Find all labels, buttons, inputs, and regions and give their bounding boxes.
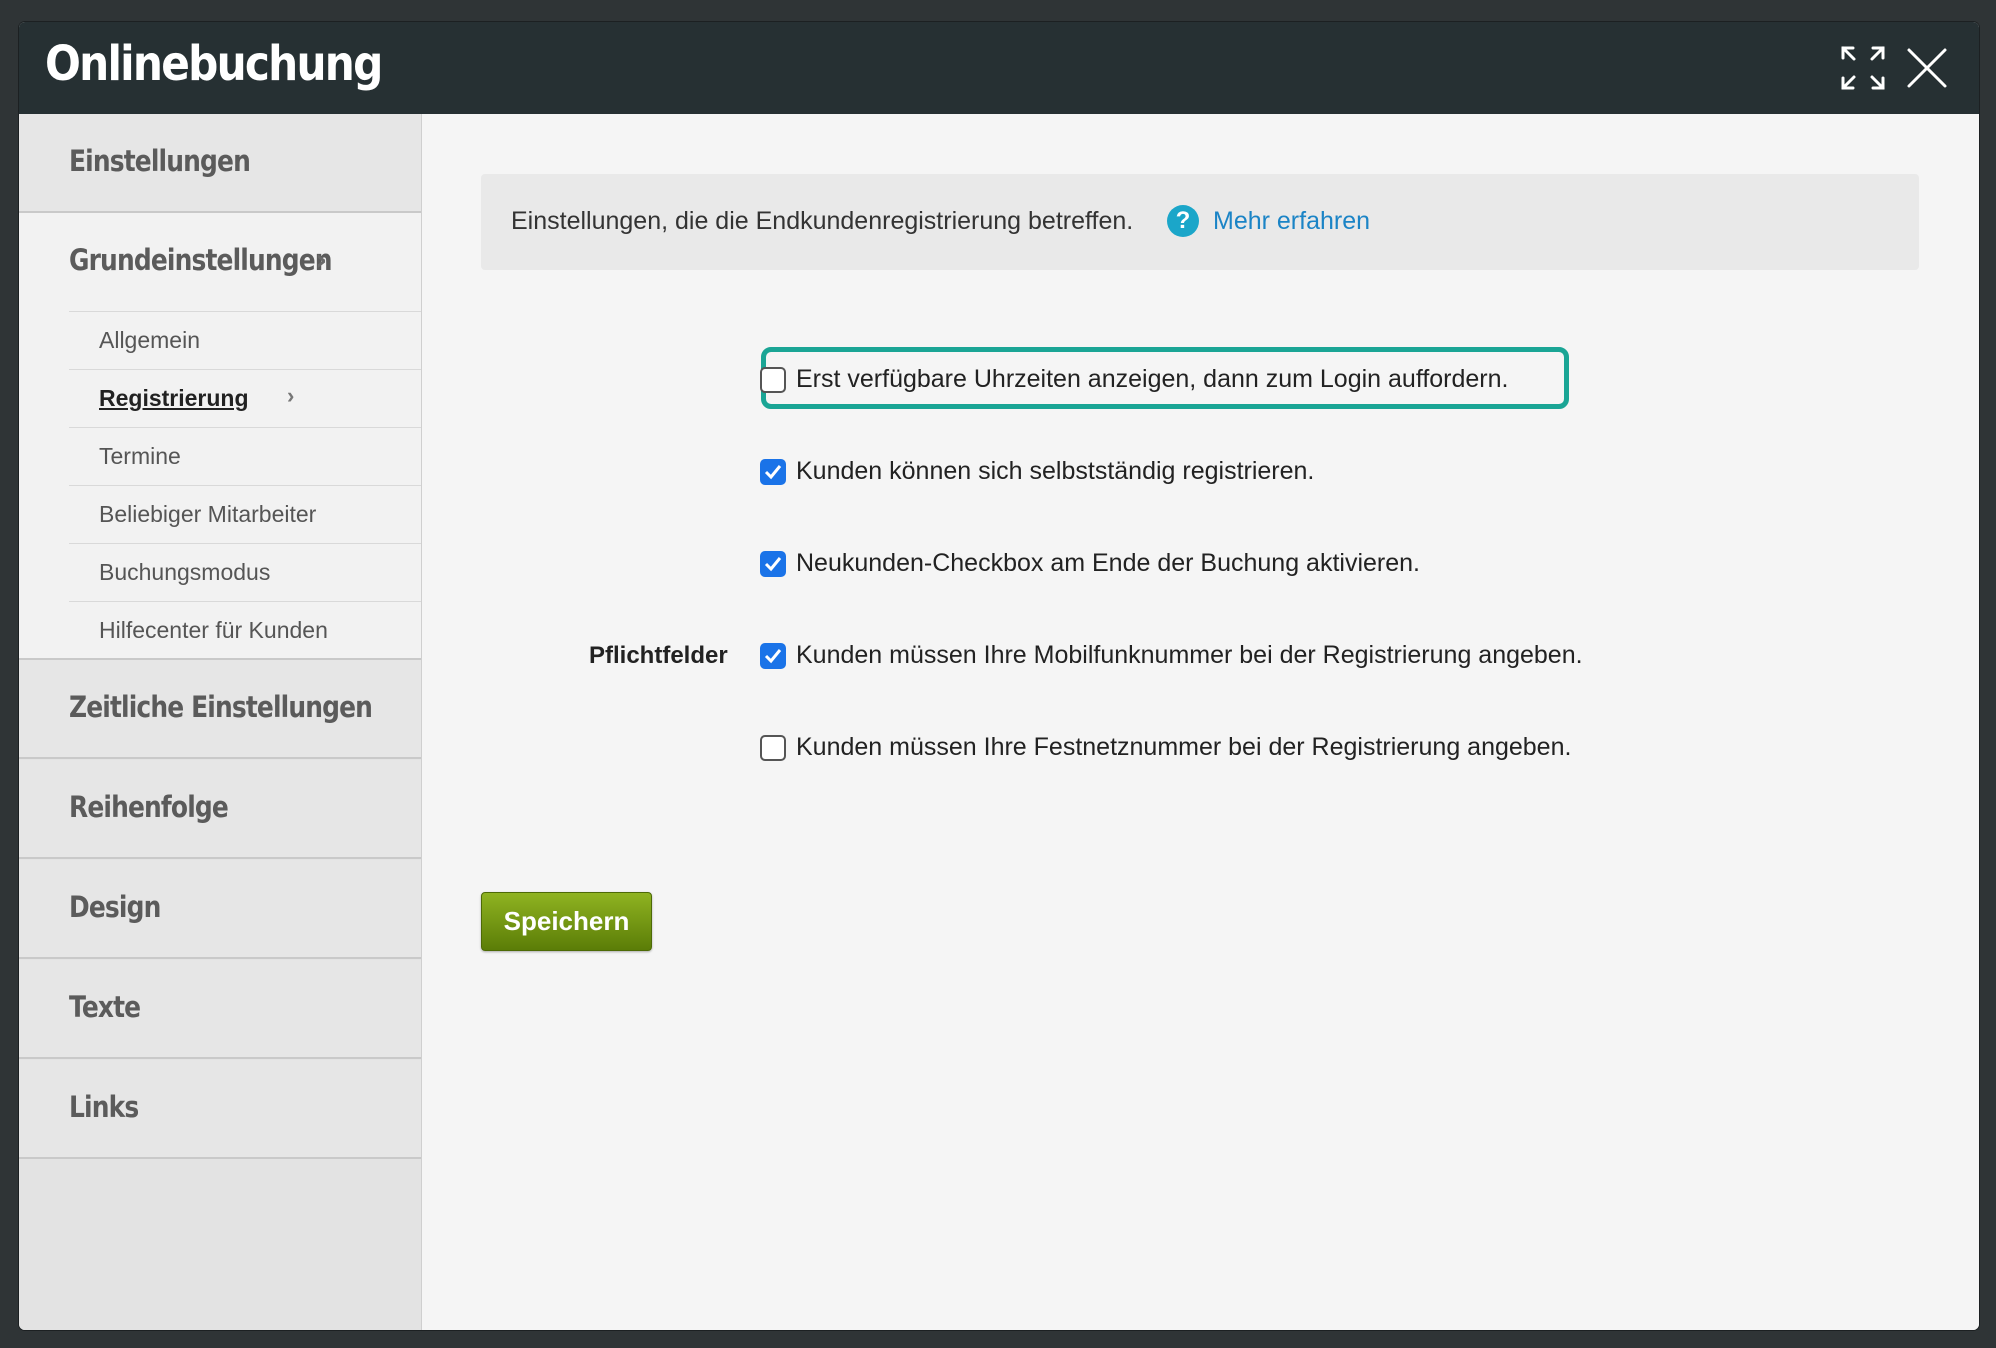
sidebar-section-texte[interactable]: Texte xyxy=(19,960,421,1059)
sidebar-item-allgemein[interactable]: Allgemein xyxy=(69,311,421,369)
sidebar-section-label: Design xyxy=(69,890,161,924)
sidebar-item-label: Registrierung xyxy=(99,385,249,411)
option-label[interactable]: Kunden müssen Ihre Festnetznummer bei de… xyxy=(796,733,1571,762)
sidebar-section-label: Reihenfolge xyxy=(69,790,229,824)
sidebar-item-buchungsmodus[interactable]: Buchungsmodus xyxy=(69,543,421,601)
sidebar-item-registrierung[interactable]: Registrierung › xyxy=(69,369,421,427)
sidebar-item-hilfecenter[interactable]: Hilfecenter für Kunden xyxy=(69,601,421,659)
option-label[interactable]: Erst verfügbare Uhrzeiten anzeigen, dann… xyxy=(796,365,1508,394)
option-label[interactable]: Neukunden-Checkbox am Ende der Buchung a… xyxy=(796,549,1420,578)
sidebar-section-label: Zeitliche Einstellungen xyxy=(69,690,373,724)
checkbox-mobile-required[interactable] xyxy=(760,643,786,669)
settings-sidebar: Einstellungen Grundeinstellungen › Allge… xyxy=(19,114,422,1330)
checkbox-show-times-first[interactable] xyxy=(760,367,786,393)
sidebar-section-label: Texte xyxy=(69,990,141,1024)
sidebar-section-zeitliche-einstellungen[interactable]: Zeitliche Einstellungen xyxy=(19,660,421,759)
sidebar-section-reihenfolge[interactable]: Reihenfolge xyxy=(19,760,421,859)
sidebar-item-label: Hilfecenter für Kunden xyxy=(99,617,328,643)
onlinebuchung-dialog: Onlinebuchung Einstellungen Grundeinstel… xyxy=(19,22,1979,1330)
sidebar-group-label: Grundeinstellungen xyxy=(69,243,333,277)
sidebar-item-label: Beliebiger Mitarbeiter xyxy=(99,501,317,527)
sidebar-item-termine[interactable]: Termine xyxy=(69,427,421,485)
title-bar: Onlinebuchung xyxy=(19,22,1979,114)
required-fields-label: Pflichtfelder xyxy=(589,642,728,669)
sidebar-item-label: Allgemein xyxy=(99,327,200,353)
sidebar-section-links[interactable]: Links xyxy=(19,1060,421,1159)
chevron-right-icon: › xyxy=(315,243,328,278)
sidebar-section-design[interactable]: Design xyxy=(19,860,421,959)
option-label[interactable]: Kunden müssen Ihre Mobilfunknummer bei d… xyxy=(796,641,1583,670)
sidebar-item-beliebiger-mitarbeiter[interactable]: Beliebiger Mitarbeiter xyxy=(69,485,421,543)
main-content: Einstellungen, die die Endkundenregistri… xyxy=(422,114,1979,1330)
help-icon[interactable]: ? xyxy=(1167,205,1199,237)
info-text: Einstellungen, die die Endkundenregistri… xyxy=(511,207,1134,235)
checkbox-new-customer[interactable] xyxy=(760,551,786,577)
sidebar-section-label: Einstellungen xyxy=(69,144,251,178)
dialog-title: Onlinebuchung xyxy=(45,36,383,92)
sidebar-item-label: Buchungsmodus xyxy=(99,559,271,585)
expand-icon[interactable] xyxy=(1839,44,1887,92)
checkbox-landline-required[interactable] xyxy=(760,735,786,761)
sidebar-item-label: Termine xyxy=(99,443,181,469)
sidebar-group-header[interactable]: Grundeinstellungen › xyxy=(19,213,421,313)
chevron-right-icon: › xyxy=(287,383,295,408)
checkbox-self-registration[interactable] xyxy=(760,459,786,485)
save-button[interactable]: Speichern xyxy=(481,892,652,951)
sidebar-group-grundeinstellungen: Grundeinstellungen › Allgemein Registrie… xyxy=(19,213,421,660)
close-icon[interactable] xyxy=(1903,44,1951,92)
info-box: Einstellungen, die die Endkundenregistri… xyxy=(481,174,1919,270)
mehr-erfahren-link[interactable]: Mehr erfahren xyxy=(1213,207,1370,236)
sidebar-section-label: Links xyxy=(69,1090,139,1124)
sidebar-section-einstellungen[interactable]: Einstellungen xyxy=(19,114,421,213)
option-label[interactable]: Kunden können sich selbstständig registr… xyxy=(796,457,1314,486)
